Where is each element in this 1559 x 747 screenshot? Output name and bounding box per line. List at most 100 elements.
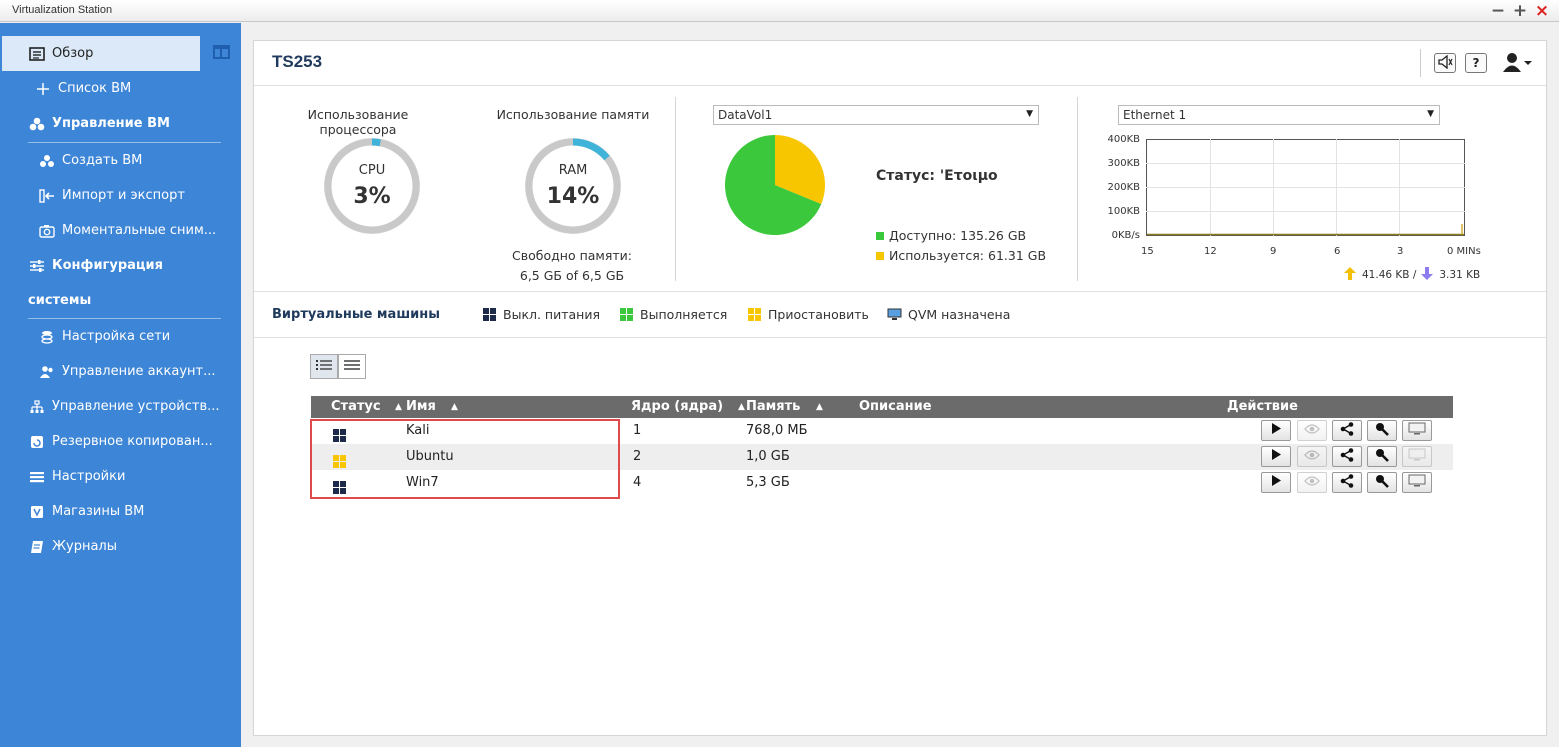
- cpu-usage-label: Использование процессора: [307, 107, 409, 137]
- vm-cores: 1: [633, 423, 642, 438]
- sort-asc-icon[interactable]: ▲: [738, 402, 745, 412]
- free-memory-label: Свободно памяти:: [512, 248, 632, 263]
- display-button[interactable]: [1402, 472, 1432, 493]
- settings-key-button[interactable]: [1367, 420, 1397, 441]
- legend-powered-off: Выкл. питания: [483, 307, 600, 322]
- legend-qvm-assigned: QVM назначена: [887, 307, 1010, 322]
- vm-cores: 4: [633, 475, 642, 490]
- cpu-name: CPU: [358, 163, 386, 178]
- x-tick: 15: [1141, 246, 1154, 257]
- user-menu[interactable]: [1502, 51, 1534, 75]
- display-button[interactable]: [1402, 420, 1432, 441]
- column-name[interactable]: Имя: [406, 399, 436, 414]
- display-icon: [1408, 448, 1426, 465]
- sidebar-item-system-config[interactable]: Конфигурация: [0, 248, 241, 283]
- view-console-button[interactable]: [1297, 420, 1327, 441]
- column-description[interactable]: Описание: [859, 399, 932, 414]
- settings-key-button[interactable]: [1367, 446, 1397, 467]
- start-button[interactable]: [1261, 446, 1291, 467]
- notifications-button[interactable]: [1434, 53, 1456, 73]
- vm-name: Kali: [406, 423, 430, 438]
- column-actions: Действие: [1227, 399, 1298, 414]
- share-button[interactable]: [1332, 472, 1362, 493]
- x-tick: 0 MINs: [1447, 246, 1481, 257]
- running-icon: [620, 308, 633, 321]
- sidebar-item-overview[interactable]: Обзор: [2, 36, 200, 71]
- detail-view-button[interactable]: [310, 354, 338, 379]
- sort-asc-icon[interactable]: ▲: [395, 402, 402, 412]
- share-icon: [1340, 421, 1354, 440]
- sidebar-item-network[interactable]: Настройка сети: [0, 319, 241, 354]
- view-console-button[interactable]: [1297, 472, 1327, 493]
- volume-select[interactable]: DataVol1 ▼: [713, 105, 1039, 125]
- column-cores[interactable]: Ядро (ядра): [631, 399, 723, 414]
- view-console-button[interactable]: [1297, 446, 1327, 467]
- vm-memory: 5,3 GБ: [746, 475, 790, 490]
- legend-label: Выполняется: [640, 307, 728, 322]
- download-arrow-icon: [1421, 267, 1434, 283]
- display-icon: [1408, 422, 1426, 439]
- start-button[interactable]: [1261, 472, 1291, 493]
- powered-off-icon: [483, 308, 496, 321]
- vm-table: Статус ▲ Имя ▲ Ядро (ядра) ▲ Память ▲ Оп…: [311, 396, 1453, 496]
- powered-off-status-icon: [333, 476, 346, 494]
- start-button[interactable]: [1261, 420, 1291, 441]
- maximize-button[interactable]: +: [1509, 0, 1531, 22]
- vm-memory: 1,0 GБ: [746, 449, 790, 464]
- column-memory[interactable]: Память: [746, 399, 800, 414]
- settings-key-button[interactable]: [1367, 472, 1397, 493]
- storage-pie-chart: [725, 135, 825, 235]
- table-row[interactable]: Kali 1 768,0 МБ: [311, 418, 1453, 444]
- sidebar-item-vm-management[interactable]: Управление ВМ: [0, 106, 241, 141]
- sidebar-item-backup[interactable]: Резервное копирован...: [0, 424, 241, 459]
- sidebar-item-system-config-cont[interactable]: системы: [0, 283, 241, 318]
- sort-asc-icon[interactable]: ▲: [451, 402, 458, 412]
- sort-asc-icon[interactable]: ▲: [816, 402, 823, 412]
- sidebar-item-settings[interactable]: Настройки: [0, 459, 241, 494]
- storage-used-label: Используется: 61.31 GB: [889, 248, 1047, 263]
- devices-icon: [28, 398, 46, 416]
- share-button[interactable]: [1332, 446, 1362, 467]
- play-icon: [1271, 449, 1281, 464]
- sidebar-item-vm-stores[interactable]: Магазины ВМ: [0, 494, 241, 529]
- table-row[interactable]: Ubuntu 2 1,0 GБ: [311, 444, 1453, 470]
- sidebar-item-label: Журналы: [52, 539, 117, 554]
- available-swatch: [876, 231, 884, 240]
- window-titlebar: Virtualization Station − + ×: [0, 0, 1559, 22]
- legend-label: Выкл. питания: [503, 307, 600, 322]
- table-header: Статус ▲ Имя ▲ Ядро (ядра) ▲ Память ▲ Оп…: [311, 396, 1453, 418]
- backup-icon: [28, 433, 46, 451]
- help-button[interactable]: ?: [1465, 53, 1487, 73]
- column-status[interactable]: Статус: [331, 399, 381, 414]
- table-row[interactable]: Win7 4 5,3 GБ: [311, 470, 1453, 496]
- sidebar-item-label: Управление ВМ: [52, 116, 170, 131]
- close-button[interactable]: ×: [1531, 0, 1553, 22]
- monitor-icon: [887, 308, 902, 321]
- chevron-down-icon: ▼: [1427, 109, 1434, 119]
- sidebar-item-logs[interactable]: Журналы: [0, 529, 241, 564]
- window-controls: − + ×: [1487, 0, 1553, 22]
- volume-select-value: DataVol1: [718, 108, 773, 122]
- share-icon: [1340, 447, 1354, 466]
- share-button[interactable]: [1332, 420, 1362, 441]
- paused-icon: [748, 308, 761, 321]
- ram-usage-label: Использование памяти: [496, 107, 650, 122]
- sidebar-item-import-export[interactable]: Импорт и экспорт: [0, 178, 241, 213]
- sidebar-item-vm-list[interactable]: Список ВМ: [0, 71, 241, 106]
- layout-toggle-icon[interactable]: [213, 45, 230, 59]
- network-icon: [38, 328, 56, 346]
- x-tick: 6: [1334, 246, 1341, 257]
- x-tick: 3: [1397, 246, 1404, 257]
- header-divider-line: [254, 85, 1546, 86]
- ram-name: RAM: [558, 163, 588, 178]
- display-button[interactable]: [1402, 446, 1432, 467]
- list-view-button[interactable]: [338, 354, 366, 379]
- sidebar-item-accounts[interactable]: Управление аккаунт...: [0, 354, 241, 389]
- sidebar-item-create-vm[interactable]: Создать ВМ: [0, 143, 241, 178]
- sidebar-item-label: Список ВМ: [58, 81, 132, 96]
- sidebar-item-devices[interactable]: Управление устройств...: [0, 389, 241, 424]
- network-adapter-select[interactable]: Ethernet 1 ▼: [1118, 105, 1440, 125]
- legend-running: Выполняется: [620, 307, 727, 322]
- sidebar-item-snapshots[interactable]: Моментальные сним...: [0, 213, 241, 248]
- minimize-button[interactable]: −: [1487, 0, 1509, 22]
